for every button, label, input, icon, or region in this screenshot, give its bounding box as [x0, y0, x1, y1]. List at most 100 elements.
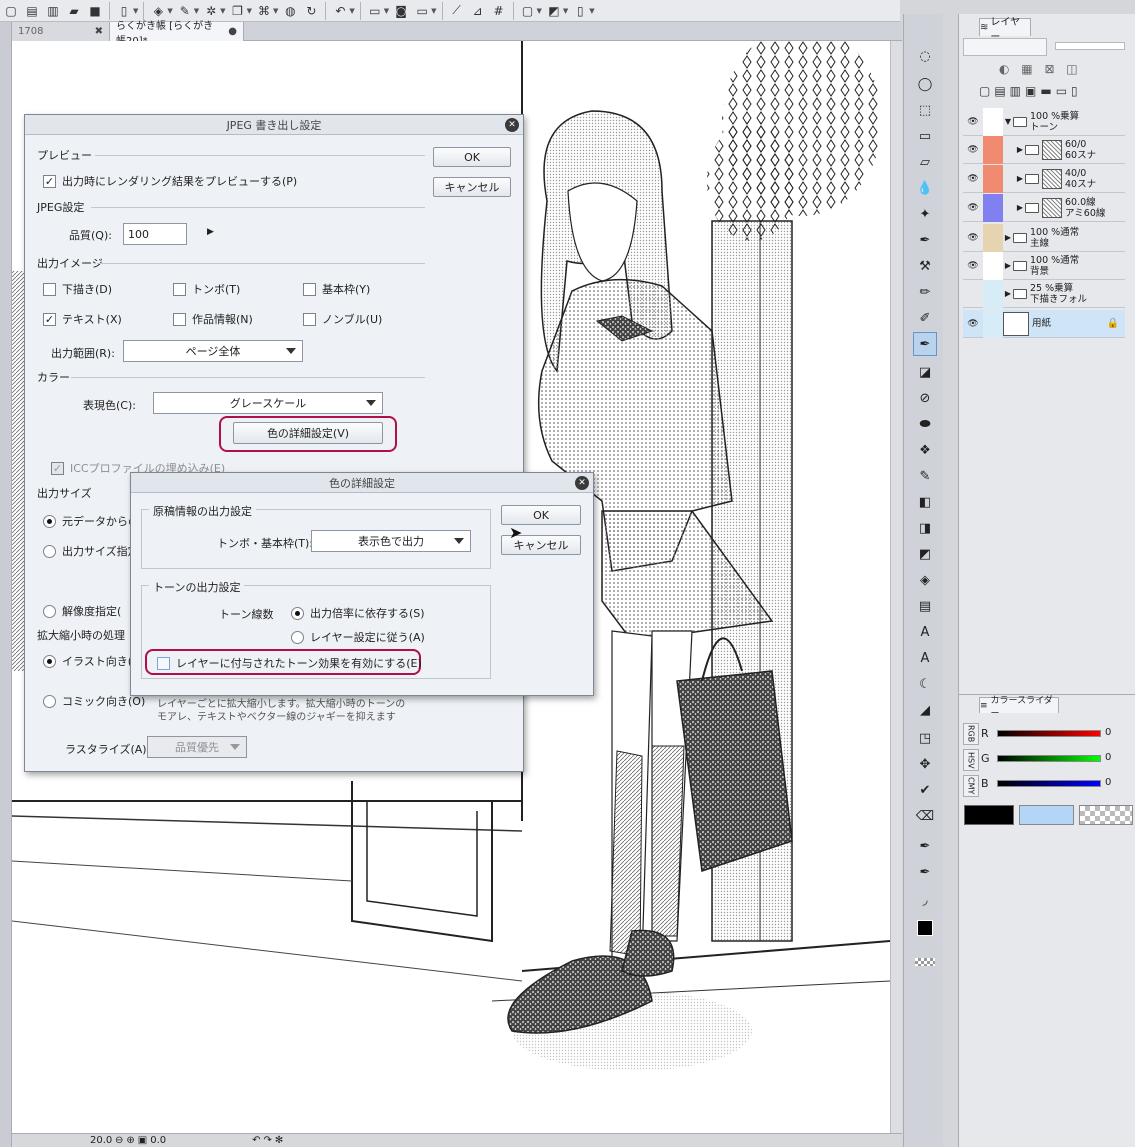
transform-icon[interactable]: ⌘ — [255, 2, 273, 20]
ruler-tool-icon[interactable]: ◢ — [913, 698, 937, 722]
slider-track[interactable] — [997, 755, 1101, 762]
chevron-down-icon[interactable] — [366, 400, 376, 406]
eye-icon[interactable]: 👁 — [963, 310, 983, 338]
camera-icon[interactable]: ◙ — [392, 2, 410, 20]
chevron-down-icon[interactable]: ▼ — [589, 7, 594, 15]
chevron-right-icon[interactable]: ▶ — [1015, 203, 1025, 212]
chevron-right-icon[interactable]: ▶ — [1015, 145, 1025, 154]
checkmark-icon[interactable]: ✓ — [43, 174, 56, 188]
chevron-down-icon[interactable]: ▼ — [273, 7, 278, 15]
ellipse-select-icon[interactable]: ◯ — [913, 72, 937, 96]
text-checkbox[interactable]: ✓ テキスト(X) — [43, 311, 122, 327]
move-icon[interactable]: ✥ — [913, 752, 937, 776]
eye-icon[interactable] — [963, 280, 983, 308]
close-icon[interactable]: ✕ — [575, 476, 589, 490]
new-file-icon[interactable]: ▢ — [2, 2, 20, 20]
reset-rotate-icon[interactable]: ✻ — [275, 1135, 283, 1146]
correction-icon[interactable]: ◳ — [913, 726, 937, 750]
tab-1708[interactable]: 1708 ✖ — [12, 22, 110, 41]
rotate-right-icon[interactable]: ↷ — [264, 1135, 272, 1146]
rotate-left-icon[interactable]: ↶ — [252, 1135, 260, 1146]
draft-checkbox[interactable]: 下描き(D) — [43, 281, 112, 297]
airbrush-icon[interactable]: ✎ — [913, 464, 937, 488]
figure-icon[interactable]: ◈ — [913, 568, 937, 592]
rect-select-icon[interactable]: ⬚ — [913, 98, 937, 122]
work-info-checkbox[interactable]: 作品情報(N) — [173, 311, 253, 327]
ok-button[interactable]: OK — [433, 147, 511, 167]
chevron-right-icon[interactable]: ▶ — [1015, 174, 1025, 183]
layer-row[interactable]: 👁 ▶ 100 %通常 主線 — [963, 223, 1125, 252]
fill-icon[interactable]: ◍ — [281, 2, 299, 20]
open-folder-icon[interactable]: ▰ — [65, 2, 83, 20]
checkbox-box[interactable] — [43, 282, 56, 296]
layer-row[interactable]: 👁 ▶ 60.0線 アミ60線 — [963, 193, 1125, 222]
pencil-icon[interactable]: ✏ — [913, 280, 937, 304]
gradient-green-icon[interactable]: ◩ — [913, 542, 937, 566]
slider-r[interactable]: R 0 — [981, 725, 1131, 743]
gradient-icon[interactable]: ◧ — [913, 490, 937, 514]
chevron-right-icon[interactable]: ▶ — [1003, 261, 1013, 270]
radio-size[interactable]: 出力サイズ指定 — [43, 543, 139, 559]
radio-original[interactable]: 元データからの — [43, 513, 139, 529]
color-detail-button[interactable]: 色の詳細設定(V) — [233, 422, 383, 444]
chevron-down-icon[interactable] — [230, 744, 240, 750]
chevron-down-icon[interactable]: ▼ — [1003, 117, 1013, 126]
chevron-down-icon[interactable] — [286, 348, 296, 354]
check-pen-icon[interactable]: ✔ — [913, 778, 937, 802]
slider-track[interactable] — [997, 730, 1101, 737]
tombo-checkbox[interactable]: トンボ(T) — [173, 281, 240, 297]
expression-select[interactable]: グレースケール — [153, 392, 383, 414]
radio-layer-settings[interactable]: レイヤー設定に従う(A) — [291, 629, 425, 645]
radio-button[interactable] — [43, 514, 56, 528]
fit-icon[interactable]: ▣ — [138, 1135, 147, 1146]
pattern-icon[interactable]: ❖ — [913, 438, 937, 462]
radio-output-scale[interactable]: 出力倍率に依存する(S) — [291, 605, 425, 621]
slider-track[interactable] — [997, 780, 1101, 787]
slider-value[interactable]: 0 — [1105, 777, 1111, 788]
zoom-in-icon[interactable]: ⊕ — [126, 1135, 134, 1146]
chevron-down-icon[interactable]: ▼ — [537, 7, 542, 15]
nombre-checkbox[interactable]: ノンブル(U) — [303, 311, 382, 327]
brush-icon[interactable]: ✒ — [913, 228, 937, 252]
radio-button[interactable] — [43, 654, 56, 668]
chevron-down-icon[interactable]: ▼ — [431, 7, 436, 15]
chevron-down-icon[interactable]: ▼ — [133, 7, 138, 15]
checkbox-box[interactable] — [303, 312, 316, 326]
crop-icon[interactable]: ◩ — [545, 2, 563, 20]
layer-row[interactable]: 👁 ▶ 100 %通常 背景 — [963, 251, 1125, 280]
pen-tool-icon[interactable]: ✒ — [913, 332, 937, 356]
checkbox-box[interactable] — [157, 656, 170, 670]
close-icon[interactable]: ✖ — [95, 26, 103, 37]
tab-color-slider[interactable]: ≡ カラースライダー — [979, 696, 1059, 719]
chevron-down-icon[interactable]: ▼ — [220, 7, 225, 15]
chevron-right-icon[interactable]: ▶ — [1003, 233, 1013, 242]
eye-icon[interactable]: 👁 — [963, 252, 983, 280]
layer-row[interactable]: 👁 ▼ 100 %乗算 トーン — [963, 107, 1125, 136]
chevron-down-icon[interactable]: ▼ — [563, 7, 568, 15]
preview-checkbox[interactable]: ✓ 出力時にレンダリング結果をプレビューする(P) — [43, 173, 297, 189]
transparent-color-chip[interactable] — [1079, 805, 1133, 825]
rotate-icon[interactable]: ↻ — [302, 2, 320, 20]
lasso-fill-icon[interactable]: ⬬ — [913, 412, 937, 436]
cancel-button[interactable]: キャンセル — [433, 177, 511, 197]
blend-icon[interactable]: ⚒ — [913, 254, 937, 278]
chevron-down-icon[interactable] — [454, 538, 464, 544]
eye-icon[interactable]: 👁 — [963, 224, 983, 252]
new-page-icon[interactable]: ▤ — [23, 2, 41, 20]
eyedropper-icon[interactable]: ⊘ — [913, 386, 937, 410]
quality-input[interactable]: 100 — [123, 223, 187, 245]
tombo-select[interactable]: 表示色で出力 — [311, 530, 471, 552]
eraser-icon[interactable]: ▭ — [913, 124, 937, 148]
balloon-icon[interactable]: ☾ — [913, 672, 937, 696]
tab-rakugaki[interactable]: らくがき帳 [らくがき帳20]* ● — [110, 21, 244, 47]
save-icon[interactable]: ■ — [86, 2, 104, 20]
chevron-down-icon[interactable]: ▼ — [349, 7, 354, 15]
checkbox-box[interactable] — [173, 312, 186, 326]
eraser2-icon[interactable]: ▱ — [913, 150, 937, 174]
modified-dot-icon[interactable]: ● — [228, 26, 237, 37]
mode-hsv[interactable]: HSV — [963, 749, 979, 771]
chevron-down-icon[interactable]: ▼ — [194, 7, 199, 15]
page-icon[interactable]: ▯ — [571, 2, 589, 20]
layer-action-icons[interactable]: ▢▤▥▣▬▭▯ — [979, 84, 1082, 98]
layer-row[interactable]: ▶ 25 %乗算 下描きフォル — [963, 279, 1125, 308]
